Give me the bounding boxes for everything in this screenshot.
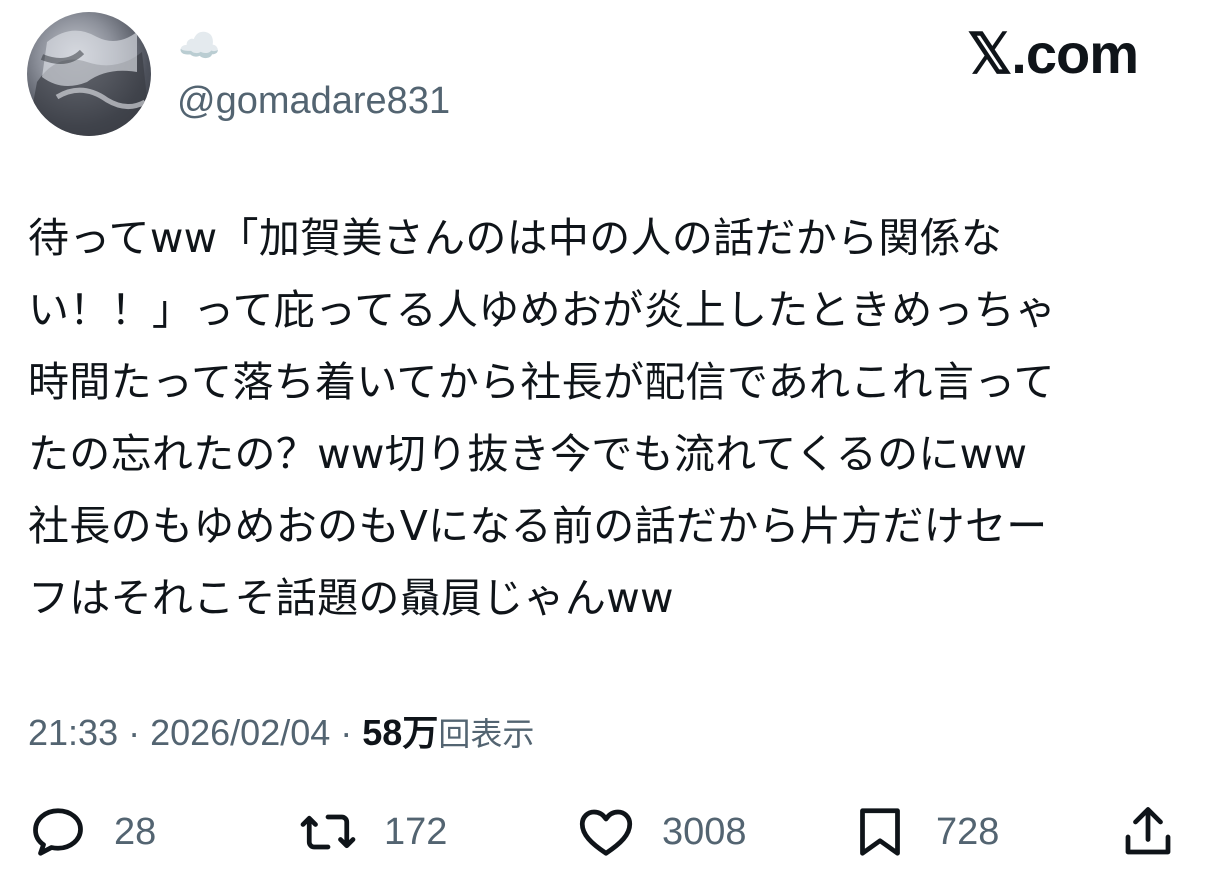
bookmark-count: 728: [936, 810, 1000, 853]
reply-button[interactable]: 28: [28, 800, 156, 864]
share-icon: [1125, 807, 1171, 855]
bookmark-icon: [860, 808, 900, 856]
tweet-date[interactable]: 2026/02/04: [150, 712, 330, 753]
repost-button[interactable]: 172: [298, 800, 447, 864]
repost-count: 172: [384, 810, 448, 853]
bookmark-button[interactable]: 728: [850, 800, 999, 864]
views-label: 回表示: [438, 715, 535, 753]
action-bar: 28 172 3008 728: [0, 800, 1206, 864]
views-count: 58万: [362, 712, 439, 753]
tweet-text: 待ってww「加賀美さんのは中の人の話だから関係な い！！」って庇ってる人ゆめおが…: [28, 214, 1057, 622]
share-button[interactable]: [1118, 800, 1178, 864]
avatar-image: [27, 30, 151, 136]
display-name[interactable]: ☁️: [178, 26, 220, 66]
avatar[interactable]: [27, 12, 151, 136]
like-count: 3008: [662, 810, 747, 853]
like-button[interactable]: 3008: [576, 800, 747, 864]
heart-icon: [579, 809, 633, 856]
reply-count: 28: [114, 810, 157, 853]
tweet-meta: 21:33 · 2026/02/04 · 58万回表示: [28, 710, 534, 757]
tweet-time[interactable]: 21:33: [28, 712, 118, 753]
user-handle[interactable]: @gomadare831: [177, 78, 450, 124]
reply-icon: [33, 808, 83, 856]
repost-icon: [300, 814, 356, 850]
meta-separator: ·: [330, 712, 363, 753]
x-logo: 𝕏.com: [967, 22, 1139, 85]
meta-separator: ·: [118, 712, 151, 753]
